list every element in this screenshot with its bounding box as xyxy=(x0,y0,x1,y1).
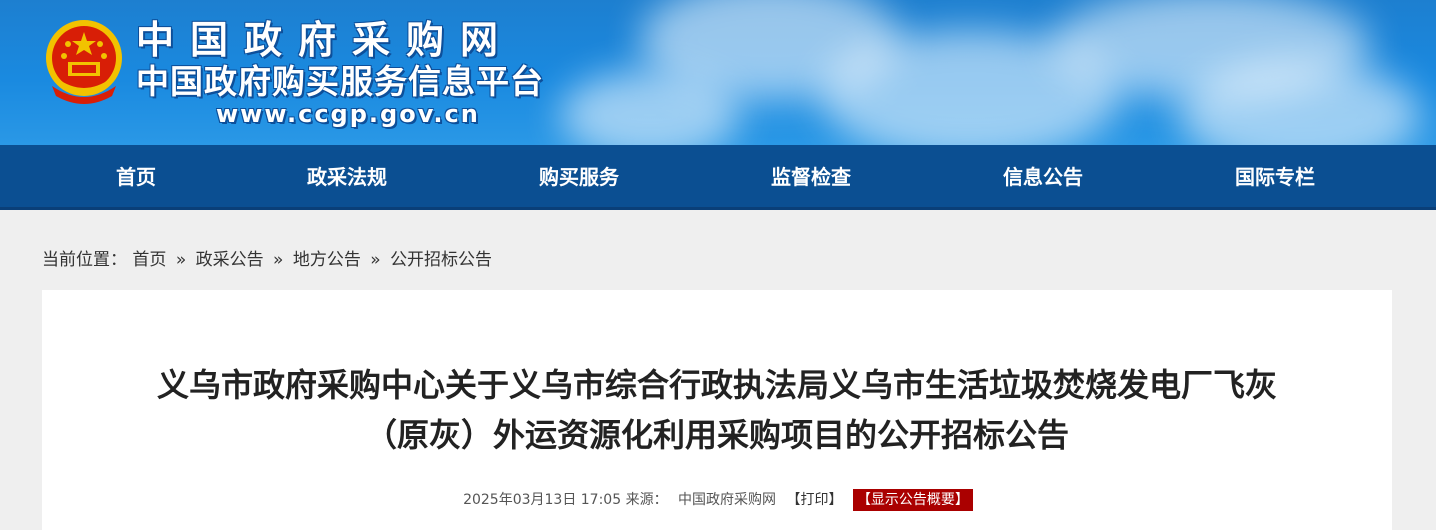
breadcrumb-prefix: 当前位置： xyxy=(42,250,127,270)
site-header: 中国政府采购网 中国政府购买服务信息平台 www.ccgp.gov.cn xyxy=(0,0,1436,145)
nav-item-purchase-services[interactable]: 购买服务 xyxy=(479,145,679,210)
main-nav: 首页 政采法规 购买服务 监督检查 信息公告 国际专栏 xyxy=(0,145,1436,210)
breadcrumb-item-public-tender[interactable]: 公开招标公告 xyxy=(390,250,492,270)
publish-date: 2025年03月13日 17:05 xyxy=(463,492,622,508)
nav-item-regulations[interactable]: 政采法规 xyxy=(247,145,447,210)
show-summary-button[interactable]: 【显示公告概要】 xyxy=(852,489,973,511)
site-subtitle: 中国政府购买服务信息平台 xyxy=(136,62,544,101)
breadcrumb-separator: » xyxy=(175,250,187,270)
site-title: 中国政府采购网 xyxy=(136,18,515,62)
source-name: 中国政府采购网 xyxy=(678,492,777,508)
breadcrumb-item-home[interactable]: 首页 xyxy=(132,250,166,270)
breadcrumb-item-local-announcements[interactable]: 地方公告 xyxy=(293,250,361,270)
nav-item-supervision[interactable]: 监督检查 xyxy=(711,145,911,210)
print-button[interactable]: 【打印】 xyxy=(786,492,842,508)
article-title-line1: 义乌市政府采购中心关于义乌市综合行政执法局义乌市生活垃圾焚烧发电厂飞灰 xyxy=(156,366,1277,404)
nav-item-home[interactable]: 首页 xyxy=(36,145,236,210)
article-title-line2: （原灰）外运资源化利用采购项目的公开招标公告 xyxy=(364,416,1069,454)
nav-item-international[interactable]: 国际专栏 xyxy=(1175,145,1375,210)
national-emblem-icon[interactable] xyxy=(42,16,126,106)
site-url[interactable]: www.ccgp.gov.cn xyxy=(216,100,480,128)
article-title: 义乌市政府采购中心关于义乌市综合行政执法局义乌市生活垃圾焚烧发电厂飞灰 （原灰）… xyxy=(42,360,1392,460)
breadcrumb: 当前位置： 首页 » 政采公告 » 地方公告 » 公开招标公告 xyxy=(42,247,492,273)
article-meta: 2025年03月13日 17:05 来源： 中国政府采购网 【打印】 【显示公告… xyxy=(0,488,1436,512)
breadcrumb-separator: » xyxy=(370,250,381,270)
source-label: 来源： xyxy=(625,492,668,508)
nav-item-announcements[interactable]: 信息公告 xyxy=(943,145,1143,210)
breadcrumb-item-procurement-announcements[interactable]: 政采公告 xyxy=(196,250,264,270)
breadcrumb-separator: » xyxy=(273,250,284,270)
